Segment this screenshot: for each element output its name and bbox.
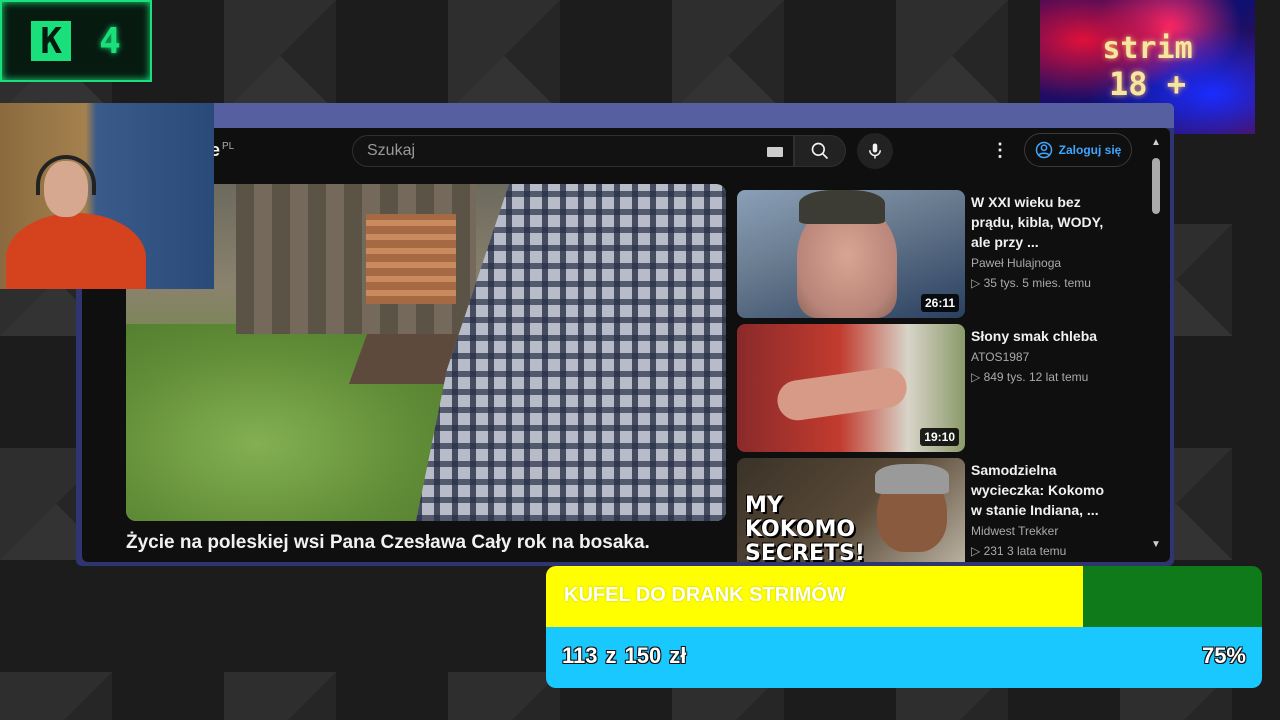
scroll-up-arrow-icon[interactable]: ▲ [1150, 138, 1162, 148]
play-icon: ▷ [971, 370, 981, 384]
view-count: 849 tys. [983, 370, 1026, 384]
scrollbar-thumb[interactable] [1152, 158, 1160, 214]
video-player[interactable] [126, 184, 726, 521]
recommendation-item[interactable]: 19:10 Słony smak chleba ATOS1987 ▷ 849 t… [737, 324, 1097, 452]
goal-target: 150 [624, 643, 662, 668]
goal-percent: 75% [1201, 643, 1246, 668]
k4-logo-letter: K [31, 21, 72, 62]
recommendation-thumbnail[interactable]: 26:11 [737, 190, 965, 318]
browser-frame: e PL Szukaj ⋮ Zaloguj się Życie na poles… [76, 103, 1174, 566]
goal-currency: zł [669, 643, 687, 668]
goal-title: KUFEL DO DRANK STRIMÓW [564, 584, 846, 606]
video-frame-woodpile [366, 214, 456, 304]
strim-badge-line1: strim [1102, 31, 1193, 66]
headset-icon [36, 155, 96, 195]
recommendation-title[interactable]: W XXI wieku bez prądu, kibla, WODY, ale … [971, 192, 1106, 252]
recommendation-title[interactable]: Słony smak chleba [971, 326, 1106, 346]
more-options-button[interactable]: ⋮ [988, 138, 1012, 162]
search-placeholder: Szukaj [367, 142, 416, 159]
goal-amount: 113 z 150 zł [562, 643, 694, 669]
recommendation-thumbnail[interactable]: MY KOKOMO SECRETS! [737, 458, 965, 562]
recommendation-meta: ▷ 231 3 lata temu [971, 544, 1066, 558]
video-title: Życie na poleskiej wsi Pana Czesława Cał… [126, 532, 650, 553]
recommendation-meta: ▷ 35 tys. 5 mies. temu [971, 276, 1091, 290]
webcam-overlay [0, 103, 214, 289]
upload-age: 3 lata temu [1006, 544, 1067, 558]
search-icon [811, 142, 829, 160]
recommendation-item[interactable]: MY KOKOMO SECRETS! Samodzielna wycieczka… [737, 458, 1104, 562]
upload-age: 5 mies. temu [1022, 276, 1091, 290]
browser-frame-top [76, 103, 1174, 128]
k4-logo: K 4 [0, 0, 152, 82]
recommendation-thumbnail[interactable]: 19:10 [737, 324, 965, 452]
more-vert-icon: ⋮ [991, 139, 1009, 160]
youtube-page: e PL Szukaj ⋮ Zaloguj się Życie na poles… [82, 128, 1170, 562]
recommendation-channel[interactable]: Midwest Trekker [971, 524, 1058, 538]
video-duration: 19:10 [920, 428, 959, 446]
play-icon: ▷ [971, 544, 981, 558]
play-icon: ▷ [971, 276, 981, 290]
signin-button[interactable]: Zaloguj się [1024, 133, 1132, 167]
strim-badge-line2: 18 + [1108, 65, 1187, 103]
keyboard-icon[interactable] [767, 147, 783, 157]
donation-goal-bar: KUFEL DO DRANK STRIMÓW 113 z 150 zł 75% [546, 566, 1262, 688]
microphone-icon [869, 143, 881, 159]
recommendation-meta: ▷ 849 tys. 12 lat temu [971, 370, 1088, 384]
goal-separator: z [605, 643, 617, 668]
search-button[interactable] [794, 135, 846, 167]
goal-current: 113 [562, 643, 598, 668]
signin-label: Zaloguj się [1058, 143, 1122, 157]
recommendation-channel[interactable]: ATOS1987 [971, 350, 1029, 364]
voice-search-button[interactable] [857, 133, 893, 169]
recommendation-item[interactable]: 26:11 W XXI wieku bez prądu, kibla, WODY… [737, 190, 1103, 318]
thumbnail-text: MY KOKOMO SECRETS! [745, 493, 865, 563]
region-code: PL [222, 141, 235, 152]
search-input[interactable]: Szukaj [352, 135, 794, 167]
upload-age: 12 lat temu [1028, 370, 1089, 384]
view-count: 231 [983, 544, 1004, 558]
account-icon [1035, 141, 1052, 159]
k4-logo-number: 4 [99, 20, 121, 62]
view-count: 35 tys. [983, 276, 1019, 290]
scroll-down-arrow-icon[interactable]: ▼ [1150, 540, 1162, 550]
video-duration: 26:11 [920, 294, 959, 312]
recommendation-title[interactable]: Samodzielna wycieczka: Kokomo w stanie I… [971, 460, 1106, 520]
recommendation-channel[interactable]: Paweł Hulajnoga [971, 256, 1061, 270]
